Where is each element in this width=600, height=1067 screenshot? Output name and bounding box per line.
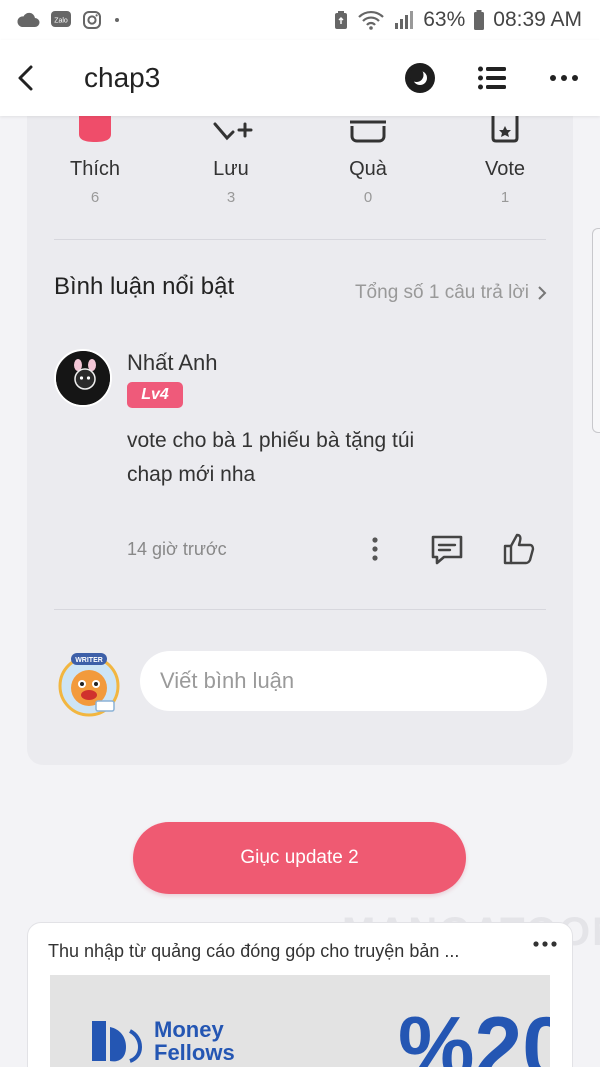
zalo-icon: Zalo [50, 10, 72, 30]
clock: 08:39 AM [493, 8, 582, 31]
ad-big-text: %20 [398, 1000, 550, 1067]
comment-line-1: vote cho bà 1 phiếu bà tặng túi [127, 429, 415, 452]
total-replies-link[interactable]: Tổng số 1 câu trả lời [355, 282, 547, 304]
comment-input-placeholder: Viết bình luận [160, 668, 295, 693]
reply-comment-icon [431, 535, 463, 565]
save-label: Lưu [213, 158, 249, 180]
chapter-interaction-card: Thích 6 Lưu 3 Quà 0 Vote 1 Bình luận nổi… [27, 96, 573, 765]
total-replies-text: Tổng số 1 câu trả lời [354, 282, 529, 303]
comment-input[interactable]: Viết bình luận [140, 651, 547, 711]
more-icon [533, 941, 557, 947]
chapter-list-button[interactable] [456, 40, 528, 116]
vote-count: 1 [500, 189, 510, 206]
comment-line-2: chap mới nha [127, 463, 256, 486]
like-comment-button[interactable] [499, 530, 539, 568]
money-fellows-logo-icon [92, 1021, 143, 1063]
wifi-icon [357, 9, 385, 31]
reply-button[interactable] [427, 532, 467, 568]
vertical-more-icon [372, 537, 378, 561]
gift-count: 0 [363, 189, 373, 206]
back-button[interactable] [0, 40, 56, 116]
recycle-icon [333, 10, 349, 30]
vote-label: Vote [484, 158, 526, 180]
ad-brand: Money Fellows [90, 1015, 235, 1067]
side-scroll-handle[interactable] [592, 228, 600, 433]
notification-dot-icon [112, 15, 122, 25]
list-icon [478, 66, 506, 90]
app-bar: chap3 [0, 40, 600, 116]
my-avatar[interactable]: WRITER [54, 649, 124, 719]
gift-label: Quà [349, 158, 387, 180]
stats-row: Thích 6 Lưu 3 Quà 0 Vote 1 [27, 96, 573, 239]
comment-text: vote cho bà 1 phiếu bà tặng túi chap mới… [127, 424, 487, 492]
ad-more-button[interactable] [532, 935, 558, 953]
divider [54, 609, 546, 610]
comment-time: 14 giờ trước [127, 539, 227, 559]
svg-text:Zalo: Zalo [54, 18, 68, 25]
ad-image[interactable]: Money Fellows %20 [50, 975, 550, 1067]
ad-brand-line1: Money [154, 1017, 224, 1042]
svg-text:WRITER: WRITER [75, 657, 103, 664]
commenter-name[interactable]: Nhất Anh [127, 350, 218, 376]
save-count: 3 [226, 189, 236, 206]
request-update-button[interactable]: Giục update 2 [133, 822, 466, 894]
commenter-avatar[interactable] [54, 349, 112, 407]
like-label: Thích [69, 158, 121, 180]
signal-icon [393, 10, 415, 30]
divider [54, 239, 546, 240]
more-icon [550, 75, 578, 81]
instagram-icon [82, 10, 102, 30]
like-count: 6 [90, 189, 100, 206]
night-mode-icon [405, 63, 435, 93]
ad-brand-line2: Fellows [154, 1040, 235, 1065]
cloud-icon [16, 12, 40, 28]
ad-card[interactable]: Thu nhập từ quảng cáo đóng góp cho truyệ… [27, 922, 573, 1067]
comment-options-button[interactable] [363, 534, 387, 564]
status-bar: Zalo 63% 08:39 AM [0, 0, 600, 40]
page-title: chap3 [84, 62, 161, 93]
more-options-button[interactable] [528, 40, 600, 116]
ad-title: Thu nhập từ quảng cáo đóng góp cho truyệ… [48, 941, 460, 961]
thumbs-up-icon [503, 533, 535, 565]
back-arrow-icon [18, 65, 33, 91]
chevron-right-icon [538, 286, 547, 300]
level-badge: Lv4 [127, 382, 183, 408]
battery-percent: 63% [423, 8, 466, 31]
featured-comments-title: Bình luận nổi bật [54, 273, 235, 300]
night-mode-button[interactable] [384, 40, 456, 116]
battery-icon [473, 9, 485, 31]
